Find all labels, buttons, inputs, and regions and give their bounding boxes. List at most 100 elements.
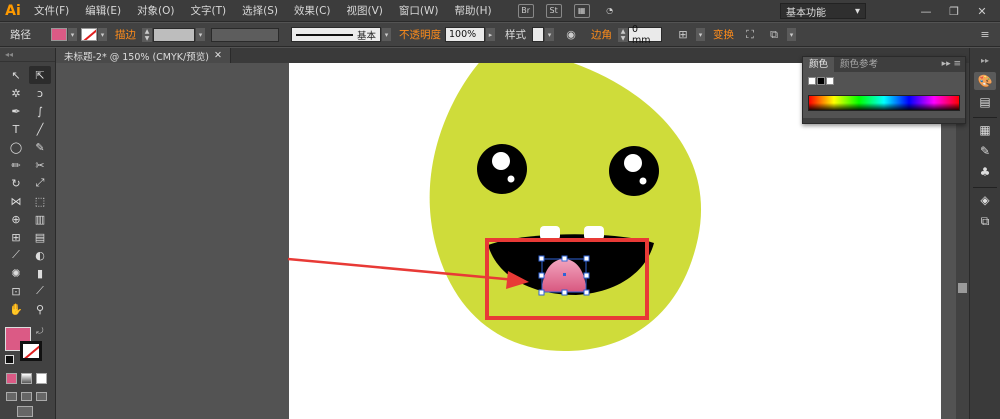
stroke-swatch[interactable] — [81, 28, 97, 41]
control-panel-menu-icon[interactable]: ≡ — [978, 28, 992, 42]
tab-color[interactable]: 颜色 — [803, 57, 835, 72]
menu-type[interactable]: 文字(T) — [183, 0, 235, 22]
brush-dropdown[interactable]: ▾ — [382, 28, 391, 41]
stroke-weight-dropdown[interactable]: ▾ — [196, 28, 205, 41]
black-swatch-icon[interactable] — [817, 77, 825, 85]
document-tab[interactable]: 未标题-2* @ 150% (CMYK/预览) ✕ — [56, 48, 231, 63]
hand-tool-icon[interactable]: ✋ — [5, 300, 27, 318]
workspace-switcher[interactable]: 基本功能 ▾ — [780, 3, 866, 19]
stroke-weight-spinner[interactable]: ▲ ▼ — [142, 27, 152, 42]
select-similar-dropdown[interactable]: ▾ — [787, 28, 796, 41]
symbol-sprayer-tool-icon[interactable]: ✺ — [5, 264, 27, 282]
corner-input[interactable]: 0 mm — [628, 24, 662, 46]
graphic-style-swatch[interactable] — [532, 27, 544, 42]
blend-tool-icon[interactable]: ◐ — [29, 246, 51, 264]
swatches-panel-icon[interactable]: ▦ — [974, 121, 996, 139]
panel-menu-icon[interactable]: ▸▸ ≡ — [942, 57, 961, 72]
zoom-tool-icon[interactable]: ⚲ — [29, 300, 51, 318]
layers-panel-icon[interactable]: ◈ — [974, 191, 996, 209]
transform-label[interactable]: 变换 — [713, 27, 734, 42]
recolor-artwork-icon[interactable]: ◉ — [564, 28, 578, 42]
symbols-panel-icon[interactable]: ♣ — [974, 163, 996, 181]
panel-grip-icon[interactable]: ◂◂ — [0, 48, 55, 62]
minimize-icon[interactable]: — — [912, 0, 940, 22]
none-swatch-icon[interactable] — [808, 77, 816, 85]
stock-icon[interactable]: St — [545, 3, 562, 18]
color-mode-icon[interactable] — [6, 373, 17, 384]
ellipse-tool-icon[interactable]: ◯ — [5, 138, 27, 156]
isolate-icon[interactable]: ⛶ — [743, 28, 757, 42]
brushes-panel-icon[interactable]: ✎ — [974, 142, 996, 160]
bridge-icon[interactable]: Br — [517, 3, 534, 18]
opacity-input[interactable]: 100% — [445, 27, 485, 42]
pencil-tool-icon[interactable]: ✏ — [5, 156, 27, 174]
scale-tool-icon[interactable]: ⤢ — [29, 174, 51, 192]
gradient-mode-icon[interactable] — [21, 373, 32, 384]
restore-icon[interactable]: ❐ — [940, 0, 968, 22]
paintbrush-tool-icon[interactable]: ✎ — [29, 138, 51, 156]
artboard-tool-icon[interactable]: ⊡ — [5, 282, 27, 300]
scissors-tool-icon[interactable]: ✂ — [29, 156, 51, 174]
opacity-label[interactable]: 不透明度 — [399, 27, 441, 42]
white-swatch-icon[interactable] — [826, 77, 834, 85]
color-panel-icon[interactable]: 🎨 — [974, 72, 996, 90]
draw-inside-icon[interactable] — [36, 392, 47, 401]
close-document-icon[interactable]: ✕ — [214, 50, 222, 61]
stroke-weight-input[interactable] — [153, 27, 195, 42]
width-tool-icon[interactable]: ⋈ — [5, 192, 27, 210]
lasso-tool-icon[interactable]: ↄ — [29, 84, 51, 102]
swap-fill-stroke-icon[interactable]: ⤾ — [36, 327, 44, 337]
line-tool-icon[interactable]: ╱ — [29, 120, 51, 138]
menu-view[interactable]: 视图(V) — [339, 0, 391, 22]
stroke-dropdown[interactable]: ▾ — [98, 28, 107, 41]
color-spectrum-bar[interactable] — [808, 95, 960, 111]
rotate-tool-icon[interactable]: ↻ — [5, 174, 27, 192]
tab-color-guide[interactable]: 颜色参考 — [834, 57, 884, 72]
curvature-tool-icon[interactable]: ∫ — [29, 102, 51, 120]
magic-wand-tool-icon[interactable]: ✲ — [5, 84, 27, 102]
color-guide-panel-icon[interactable]: ▤ — [974, 93, 996, 111]
menu-object[interactable]: 对象(O) — [129, 0, 182, 22]
menu-effect[interactable]: 效果(C) — [286, 0, 339, 22]
select-similar-icon[interactable]: ⧉ — [767, 28, 781, 42]
panel-resize-grip[interactable] — [803, 118, 965, 123]
column-graph-tool-icon[interactable]: ▮ — [29, 264, 51, 282]
gpu-performance-icon[interactable]: ◔ — [602, 4, 618, 18]
align-icon[interactable]: ⊞ — [676, 28, 690, 42]
stroke-weight-label[interactable]: 描边 — [115, 27, 136, 42]
default-fill-stroke-icon[interactable] — [5, 355, 14, 364]
dock-collapse-icon[interactable]: ▸▸ — [974, 51, 996, 69]
slice-tool-icon[interactable]: ⟋ — [29, 282, 51, 300]
brush-definition[interactable]: 基本 — [291, 27, 381, 42]
pen-tool-icon[interactable]: ✒ — [5, 102, 27, 120]
selection-tool-icon[interactable]: ↖ — [5, 66, 27, 84]
app-logo[interactable]: Ai — [0, 0, 26, 22]
arrange-documents-icon[interactable]: ▦ — [573, 3, 590, 18]
variable-width-profile[interactable] — [211, 27, 279, 42]
direct-selection-tool-icon[interactable]: ⇱ — [29, 66, 51, 84]
gradient-tool-icon[interactable]: ▤ — [29, 228, 51, 246]
close-icon[interactable]: ✕ — [968, 0, 996, 22]
perspective-grid-tool-icon[interactable]: ▥ — [29, 210, 51, 228]
corner-label[interactable]: 边角 — [591, 27, 612, 42]
none-mode-icon[interactable] — [36, 373, 47, 384]
style-dropdown[interactable]: ▾ — [545, 28, 554, 41]
scrollbar-thumb[interactable] — [958, 283, 967, 293]
opacity-dropdown[interactable]: ▸ — [486, 28, 495, 41]
screen-mode-icon[interactable] — [17, 406, 33, 417]
type-tool-icon[interactable]: T — [5, 120, 27, 138]
menu-edit[interactable]: 编辑(E) — [77, 0, 129, 22]
menu-file[interactable]: 文件(F) — [26, 0, 77, 22]
menu-select[interactable]: 选择(S) — [234, 0, 286, 22]
menu-window[interactable]: 窗口(W) — [391, 0, 447, 22]
corner-spinner[interactable]: ▲ ▼ — [618, 27, 628, 42]
shape-builder-tool-icon[interactable]: ⊕ — [5, 210, 27, 228]
stroke-color-box[interactable] — [20, 341, 42, 361]
eyedropper-tool-icon[interactable]: ⟋ — [5, 246, 27, 264]
artboards-panel-icon[interactable]: ⧉ — [974, 212, 996, 230]
mesh-tool-icon[interactable]: ⊞ — [5, 228, 27, 246]
fill-swatch[interactable] — [51, 28, 67, 41]
fill-dropdown[interactable]: ▾ — [68, 28, 77, 41]
free-transform-tool-icon[interactable]: ⬚ — [29, 192, 51, 210]
draw-behind-icon[interactable] — [21, 392, 32, 401]
